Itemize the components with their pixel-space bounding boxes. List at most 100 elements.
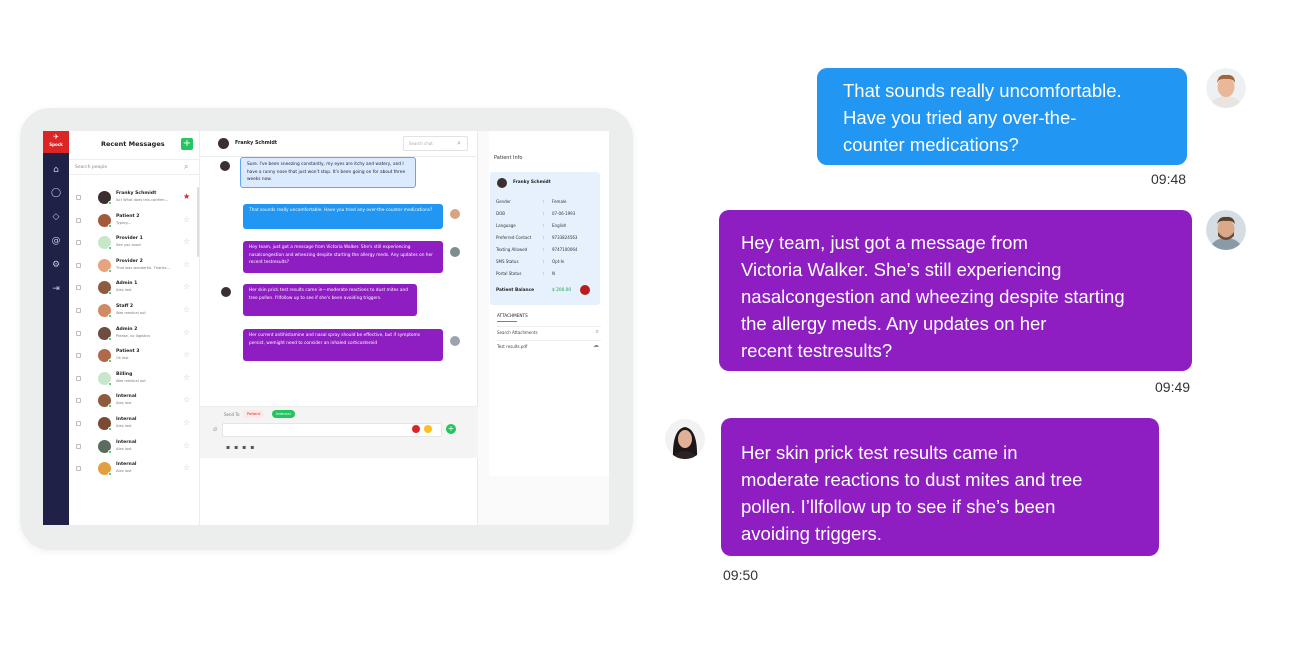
message-input[interactable] <box>222 423 442 437</box>
star-icon[interactable]: ☆ <box>183 328 190 337</box>
contact-list-item[interactable]: Patient 3 Ok lost ☆ <box>69 345 200 367</box>
contact-preview: See you soon! <box>116 243 142 248</box>
star-icon[interactable]: ☆ <box>183 418 190 427</box>
contact-checkbox[interactable] <box>76 466 81 472</box>
contact-checkbox[interactable] <box>76 421 81 426</box>
contact-checkbox[interactable] <box>76 262 81 268</box>
attachment-row[interactable]: Test results.pdf ☁ <box>497 340 601 352</box>
field-label: DOB <box>496 211 505 216</box>
message-line: pollen. I’llfollow up to see if she’s be… <box>741 496 1056 517</box>
contact-name: Provider 1 <box>116 236 143 242</box>
contact-checkbox[interactable] <box>76 398 81 404</box>
attachment-search-row[interactable]: Search Attachments ⌕ <box>497 326 601 338</box>
search-icon: ⌕ <box>457 139 461 147</box>
contact-checkbox[interactable] <box>76 195 81 200</box>
message-line: counter medications? <box>843 134 1019 155</box>
chat-icon[interactable]: ◯ <box>50 187 62 199</box>
contact-list-item[interactable]: Provider 2 That was wonderful. Thanks... ☆ <box>69 255 200 277</box>
format-toolbar-icons[interactable]: ▪▪▪▪ <box>226 444 258 451</box>
field-separator: : <box>543 271 545 276</box>
message-text: Her current antihistamine and nasal spra… <box>249 333 420 346</box>
recipient-internal-tag[interactable]: Internal <box>272 410 295 418</box>
contact-list-item[interactable]: Admin 1 Alex lost ☆ <box>69 277 200 299</box>
contact-checkbox[interactable] <box>76 285 81 291</box>
message-line: the allergy meds. Any updates on her <box>741 313 1047 334</box>
online-status-dot <box>108 472 112 477</box>
box-icon[interactable]: ◇ <box>50 211 62 223</box>
search-icon: ⌕ <box>595 328 599 335</box>
contact-checkbox[interactable] <box>76 240 81 246</box>
send-to-label: Send To <box>224 412 240 417</box>
star-icon[interactable]: ☆ <box>183 441 190 450</box>
chat-panel: Franky Schmidt Search chat ⌕ Sure. I've … <box>200 131 478 525</box>
contact-checkbox[interactable] <box>76 308 81 313</box>
contact-list-item[interactable]: Provider 1 See you soon! ☆ <box>69 232 200 254</box>
recipient-patient-tag[interactable]: Patient <box>243 410 265 418</box>
contact-list-item[interactable]: Billing Was medical out ☆ <box>69 368 200 390</box>
contact-checkbox[interactable] <box>76 353 81 359</box>
brand-logo[interactable]: ✈ Spock <box>43 131 69 153</box>
online-status-dot <box>108 291 112 296</box>
star-icon[interactable]: ☆ <box>183 282 190 291</box>
star-icon[interactable]: ☆ <box>183 305 190 314</box>
online-status-dot <box>108 427 112 431</box>
contact-name: Patient 2 <box>116 213 140 219</box>
contact-checkbox[interactable] <box>76 330 81 336</box>
message-text: That sounds really uncomfortable. Have y… <box>249 208 433 213</box>
field-separator: : <box>543 223 545 228</box>
message-line: Her skin prick test results came in <box>741 442 1018 463</box>
contact-preview: Typing... <box>116 220 132 225</box>
message-line: That sounds really uncomfortable. <box>843 80 1122 101</box>
contact-list-item[interactable]: Franky Schmidt So! What does this confirm… <box>69 187 200 209</box>
patient-info-panel: Patient Info Franky Schmidt Gender: Femal… <box>478 131 609 525</box>
contact-list-item[interactable]: Admin 2 Please, no logistics ☆ <box>69 323 200 345</box>
add-conversation-button[interactable]: + <box>181 138 193 150</box>
contact-checkbox[interactable] <box>76 217 81 223</box>
message-line: Hey team, just got a message from <box>741 232 1028 253</box>
star-icon[interactable]: ☆ <box>183 350 190 359</box>
avatar <box>450 247 460 257</box>
contact-name: Internal <box>116 417 137 422</box>
balance-label: Patient Balance <box>496 288 535 293</box>
home-icon[interactable]: ⌂ <box>50 164 62 176</box>
field-value: English <box>552 223 567 228</box>
contact-list-item[interactable]: Patient 2 Typing... ☆ <box>69 210 200 232</box>
online-status-dot <box>108 381 112 386</box>
star-icon[interactable]: ☆ <box>183 395 190 404</box>
emoji-icon[interactable] <box>424 425 432 433</box>
contact-list-item[interactable]: Internal Alex lost ☆ <box>69 413 200 435</box>
contact-list-item[interactable]: Internal Alex lost ☆ <box>69 458 200 480</box>
balance-action-button[interactable] <box>580 285 590 295</box>
contact-list-item[interactable]: Internal Alex lost ☆ <box>69 390 200 412</box>
logout-icon[interactable]: ⇥ <box>50 283 62 295</box>
contact-preview: Was medical out <box>116 378 146 383</box>
star-icon[interactable]: ☆ <box>183 237 190 246</box>
search-input[interactable]: Search people <box>75 165 107 170</box>
contact-list-item[interactable]: Staff 2 Was medical out ☆ <box>69 300 200 322</box>
field-value: Opt-In <box>552 259 565 264</box>
field-label: Portal Status <box>496 271 522 276</box>
attachment-search-input[interactable]: Search Attachments <box>497 330 538 335</box>
chat-search-input[interactable]: Search chat <box>409 141 433 146</box>
attachment-name[interactable]: Test results.pdf <box>497 344 527 349</box>
star-icon[interactable]: ☆ <box>183 260 190 269</box>
star-icon[interactable]: ☆ <box>183 215 190 224</box>
star-icon[interactable]: ★ <box>183 192 190 201</box>
people-search[interactable]: Search people ⌕ <box>69 159 200 175</box>
contact-list-item[interactable]: Internal Alex lost ☆ <box>69 436 200 458</box>
contact-checkbox[interactable] <box>76 375 81 381</box>
gear-icon[interactable]: ⚙ <box>50 259 62 271</box>
message-line: Victoria Walker. She’s still experiencin… <box>741 259 1062 280</box>
contact-name: Provider 2 <box>116 258 143 264</box>
contact-checkbox[interactable] <box>76 443 81 449</box>
send-button[interactable]: + <box>446 424 456 434</box>
paperclip-icon[interactable]: ⌀ <box>213 425 217 433</box>
list-scrollbar[interactable] <box>197 187 199 257</box>
chat-search[interactable]: Search chat ⌕ <box>403 136 468 151</box>
app-screen: ✈ Spock ⌂ ◯ ◇ @ ⚙ ⇥ Recent Messages + Se… <box>43 131 609 525</box>
microphone-icon[interactable] <box>412 425 420 433</box>
star-icon[interactable]: ☆ <box>183 373 190 382</box>
cloud-download-icon[interactable]: ☁ <box>593 342 599 349</box>
at-icon[interactable]: @ <box>50 235 62 247</box>
star-icon[interactable]: ☆ <box>183 463 190 472</box>
